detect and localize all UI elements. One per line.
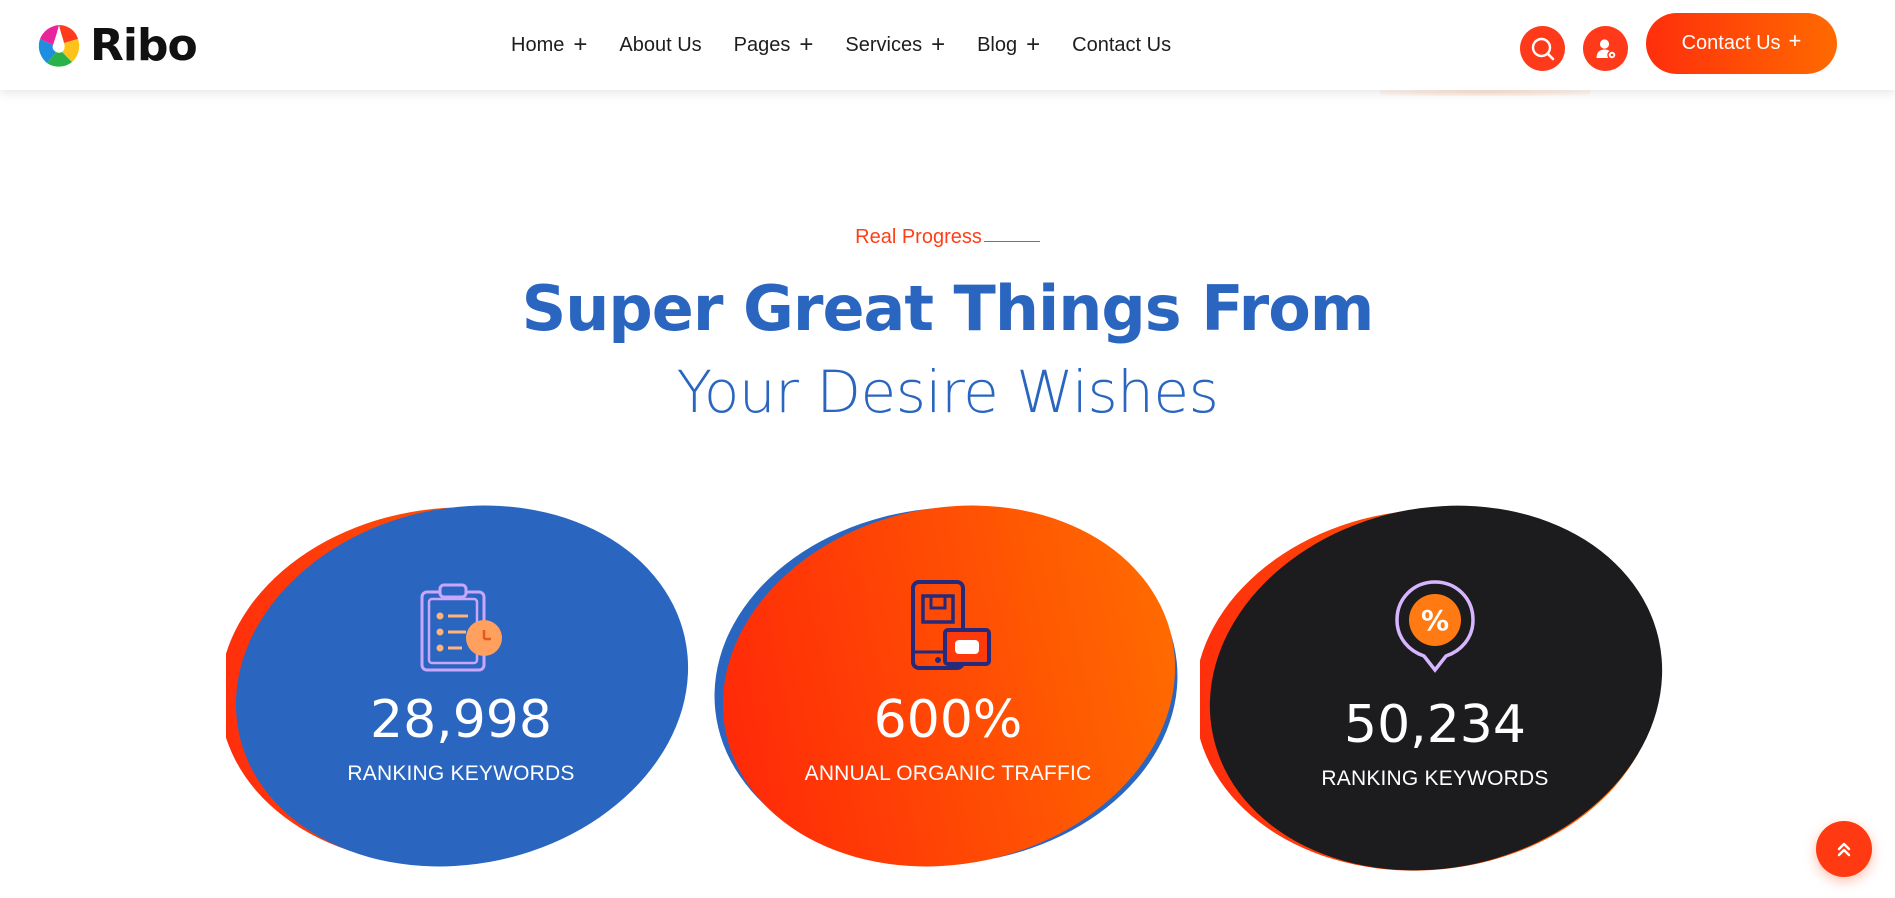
plus-icon: +: [931, 31, 946, 58]
nav-item-about-us[interactable]: About Us: [619, 30, 701, 60]
stat-label: RANKING KEYWORDS: [1321, 767, 1549, 790]
plus-icon: +: [573, 31, 588, 58]
nav-item-blog[interactable]: Blog +: [977, 30, 1040, 60]
section-eyebrow: Real Progress: [0, 226, 1895, 249]
stat-label: RANKING KEYWORDS: [347, 762, 575, 785]
eyebrow-text: Real Progress: [855, 226, 982, 248]
stat-value: 28,998: [370, 690, 552, 750]
ribo-logo-icon: [38, 25, 80, 67]
nav-item-pages[interactable]: Pages +: [734, 30, 814, 60]
nav-item-services[interactable]: Services +: [845, 30, 945, 60]
stat-blob: [1200, 505, 1663, 871]
search-icon: [1531, 37, 1554, 60]
user-account-button[interactable]: [1583, 26, 1628, 71]
stat-card-annual-organic-traffic: 600% ANNUAL ORGANIC TRAFFIC: [713, 500, 1183, 880]
contact-us-button[interactable]: Contact Us +: [1646, 13, 1837, 74]
mobile-shop-icon: [911, 580, 991, 670]
nav-label: Pages: [733, 33, 791, 56]
plus-icon: +: [1788, 27, 1802, 53]
section-title: Super Great Things From: [521, 272, 1375, 345]
brand-name: Ribo: [90, 20, 198, 71]
stat-card-ranking-keywords: 28,998 RANKING KEYWORDS: [226, 500, 696, 880]
cta-label: Contact Us: [1681, 32, 1781, 54]
nav-label: Contact Us: [1072, 33, 1172, 56]
plus-icon: +: [799, 31, 814, 58]
stat-label: ANNUAL ORGANIC TRAFFIC: [804, 762, 1092, 785]
eyebrow-underline: [983, 241, 1040, 242]
search-button[interactable]: [1520, 26, 1565, 71]
section-subtitle: Your Desire Wishes: [676, 358, 1219, 426]
back-to-top-button[interactable]: [1816, 821, 1872, 877]
stat-value: 600%: [873, 690, 1023, 750]
percent-badge-icon: %: [1395, 580, 1475, 673]
site-header: Ribo Home + About Us Pages + Services + …: [0, 0, 1895, 90]
stat-card-ranking-keywords-2: % 50,234 RANKING KEYWORDS: [1200, 500, 1670, 880]
svg-text:%: %: [1421, 604, 1449, 637]
stat-value: 50,234: [1344, 695, 1526, 755]
nav-label: About Us: [619, 33, 702, 56]
logo[interactable]: Ribo: [34, 20, 198, 72]
double-chevron-up-icon: [1837, 842, 1851, 857]
plus-icon: +: [1026, 31, 1041, 58]
nav-label: Home: [511, 33, 565, 56]
nav-label: Services: [845, 33, 923, 56]
nav-item-home[interactable]: Home +: [511, 30, 587, 60]
user-settings-icon: [1596, 38, 1617, 60]
main-nav: Home + About Us Pages + Services + Blog …: [511, 30, 1203, 60]
clipboard-clock-icon: [420, 583, 502, 672]
nav-label: Blog: [977, 33, 1018, 56]
nav-item-contact-us[interactable]: Contact Us: [1072, 30, 1171, 60]
